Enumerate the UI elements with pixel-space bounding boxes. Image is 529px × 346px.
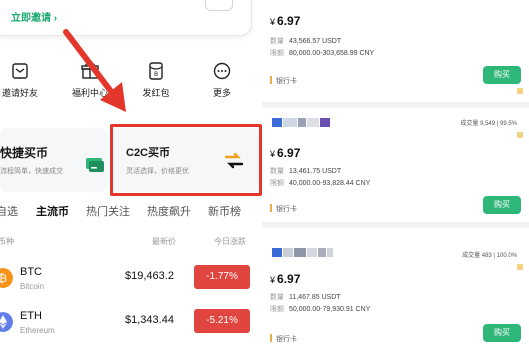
payment-method: 银行卡: [270, 204, 297, 214]
offer-quantity: 数量 13,461.75 USDT: [270, 168, 342, 175]
offer-card: ¥6.97 数量 43,566.57 USDT 限额 80,000.00-303,6…: [262, 0, 529, 102]
screen: 立即邀请 › 邀请好友 福利中心 B 发红包 更多 快捷买币 流程简单，快速成交…: [0, 0, 529, 346]
coin-name: Ethereum: [20, 326, 55, 335]
merchant-stats: 成交量 483 | 100.0%: [462, 253, 517, 259]
offer-card: 成交量 9,549 | 99.5% ¥6.97 数量 13,461.75 USDT…: [262, 108, 529, 222]
buy-button[interactable]: 购买: [483, 324, 521, 342]
ethereum-icon: [0, 312, 13, 332]
buy-button[interactable]: 购买: [483, 196, 521, 214]
offer-price: ¥6.97: [270, 14, 301, 28]
header-price: 最新价: [152, 237, 176, 246]
merchant-name-blurred: [272, 248, 334, 258]
tab-watchlist[interactable]: 自选: [0, 203, 18, 219]
svg-text:B: B: [154, 71, 158, 78]
tab-rising[interactable]: 热度飙升: [147, 203, 191, 219]
card-icon: [86, 158, 104, 172]
merchant-badge-icon: [517, 132, 523, 138]
table-row[interactable]: ₿ BTC Bitcoin $19,463.2 -1.77%: [0, 262, 262, 302]
coin-symbol: BTC: [20, 266, 42, 278]
home-panel: 立即邀请 › 邀请好友 福利中心 B 发红包 更多 快捷买币 流程简单，快速成交…: [0, 0, 262, 346]
merchant-stats: 成交量 9,549 | 99.5%: [460, 121, 517, 127]
merchant-name-blurred: [272, 118, 331, 128]
payment-method: 银行卡: [270, 334, 297, 344]
header-change: 今日涨跌: [214, 237, 246, 246]
payment-method: 银行卡: [270, 76, 297, 86]
table-row[interactable]: ETH Ethereum $1,343.44 -5.21%: [0, 306, 262, 346]
coin-price: $19,463.2: [125, 270, 174, 282]
buy-button[interactable]: 购买: [483, 66, 521, 84]
more-icon: [213, 62, 231, 80]
merchant-badge-icon: [517, 264, 523, 270]
fast-buy-subtitle: 流程简单，快速成交: [0, 168, 63, 175]
offer-limit: 限额 50,000.00-79,930.91 CNY: [270, 306, 371, 313]
red-packet-button[interactable]: B 发红包: [130, 62, 182, 99]
coin-symbol: ETH: [20, 310, 42, 322]
pointer-arrow-icon: [63, 29, 126, 112]
c2c-offers-panel: ¥6.97 数量 43,566.57 USDT 限额 80,000.00-303,6…: [262, 0, 529, 346]
coin-price: $1,343.44: [125, 314, 174, 326]
more-button[interactable]: 更多: [196, 62, 248, 99]
share-icon: [12, 63, 28, 79]
coin-name: Bitcoin: [20, 282, 45, 291]
merchant-badge-icon: [517, 88, 523, 94]
card-decoration: [205, 0, 233, 11]
offer-limit: 限额 80,000.00-303,658.99 CNY: [270, 50, 375, 57]
c2c-highlight-box: [110, 124, 262, 196]
tab-trending[interactable]: 热门关注: [86, 203, 130, 219]
offer-card: 成交量 483 | 100.0% ¥6.97 数量 11,467.85 USDT …: [262, 228, 529, 346]
more-label: 更多: [212, 88, 231, 98]
offer-quantity: 数量 43,566.57 USDT: [270, 38, 342, 45]
red-packet-label: 发红包: [142, 88, 170, 98]
invite-friends-button[interactable]: 邀请好友: [0, 62, 46, 99]
fast-buy-card[interactable]: 快捷买币 流程简单，快速成交: [0, 128, 108, 192]
coin-change-badge: -5.21%: [194, 309, 250, 333]
tab-mainstream[interactable]: 主流币: [36, 203, 69, 219]
header-coin: 币种: [0, 237, 14, 246]
invite-friends-label: 邀请好友: [1, 88, 38, 98]
offer-limit: 限额 40,000.00-93,828.44 CNY: [270, 180, 371, 187]
tab-new-coins[interactable]: 新币榜: [208, 203, 241, 219]
offer-quantity: 数量 11,467.85 USDT: [270, 294, 341, 301]
invite-now-link[interactable]: 立即邀请 ›: [11, 9, 57, 24]
coin-change-badge: -1.77%: [194, 265, 250, 289]
bitcoin-icon: ₿: [0, 268, 13, 288]
market-tabs: 自选 主流币 热门关注 热度飙升 新币榜: [0, 203, 262, 221]
offer-price: ¥6.97: [270, 272, 301, 286]
fast-buy-title: 快捷买币: [0, 146, 49, 160]
market-table-header: 币种 最新价 今日涨跌: [0, 236, 262, 248]
offer-price: ¥6.97: [270, 146, 301, 160]
svg-text:₿: ₿: [0, 272, 7, 285]
red-packet-icon: B: [149, 62, 163, 80]
